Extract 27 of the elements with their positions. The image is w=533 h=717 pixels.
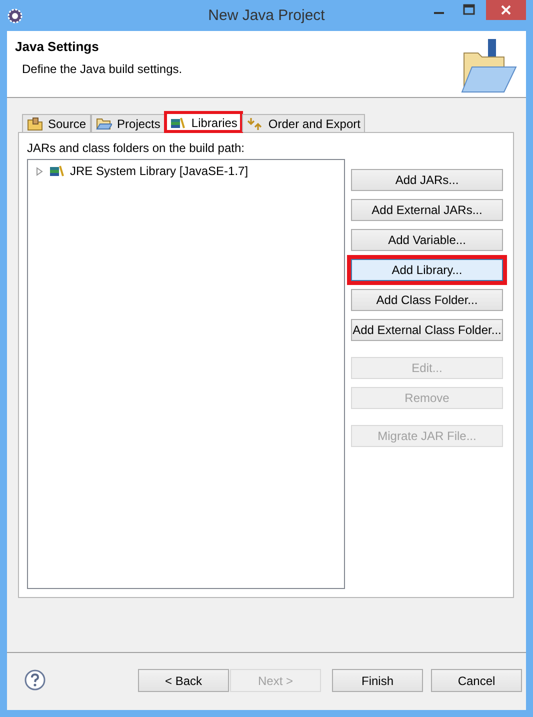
tab[interactable]: Projects — [91, 114, 166, 132]
tab[interactable]: Libraries — [165, 112, 242, 132]
footer-button[interactable]: < Back — [138, 669, 229, 692]
side-button[interactable]: Add JARs... — [351, 169, 503, 191]
tab[interactable]: Order and Export — [242, 114, 366, 132]
footer-button[interactable]: Finish — [332, 669, 423, 692]
tree-item[interactable]: JRE System Library [JavaSE-1.7] — [36, 164, 336, 178]
tab[interactable]: Source — [22, 114, 92, 132]
page-description: Define the Java build settings. — [22, 62, 182, 76]
expander-icon[interactable] — [36, 166, 44, 176]
help-icon[interactable] — [24, 668, 46, 690]
side-button[interactable]: Add Variable... — [351, 229, 503, 251]
package-folder-icon — [27, 116, 43, 130]
build-path-list[interactable]: JRE System Library [JavaSE-1.7] — [27, 159, 345, 589]
arrows-icon — [247, 116, 264, 130]
app-gear-icon — [7, 8, 23, 24]
side-button[interactable]: Add External Class Folder... — [351, 319, 503, 341]
books-icon — [170, 116, 186, 130]
side-button[interactable]: Add Class Folder... — [351, 289, 503, 311]
side-button[interactable]: Add External JARs... — [351, 199, 503, 221]
folder-icon — [96, 116, 112, 130]
list-label: JARs and class folders on the build path: — [27, 141, 246, 155]
page-title: Java Settings — [15, 39, 100, 54]
footer-button[interactable]: Cancel — [431, 669, 522, 692]
books-icon — [49, 164, 65, 178]
close-icon[interactable] — [486, 0, 526, 20]
window-title: New Java Project — [208, 7, 325, 24]
